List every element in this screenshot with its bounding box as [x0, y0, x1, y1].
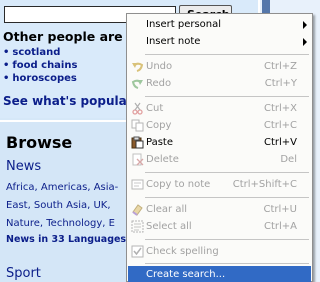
copy-icon — [131, 119, 144, 132]
bullet-icon: • — [3, 60, 10, 71]
clipboard-icon — [131, 136, 144, 149]
bullet-icon: • — [3, 73, 10, 84]
context-menu: Insert personal Insert note Undo Ctrl+Z … — [126, 13, 313, 282]
undo-icon — [132, 62, 144, 72]
popular-search-list: • scotland • food chains • horoscopes — [3, 46, 77, 85]
bullet-icon: • — [3, 47, 10, 58]
scissors-icon — [132, 102, 143, 115]
delete-icon — [132, 153, 144, 166]
menu-separator — [145, 263, 309, 264]
menu-item-check-spelling[interactable]: Check spelling — [128, 243, 311, 261]
menu-item-copy[interactable]: Copy Ctrl+C — [128, 117, 311, 135]
menu-item-create-search[interactable]: Create search... — [128, 266, 311, 282]
menu-separator — [145, 197, 309, 198]
menu-item-cut[interactable]: Cut Ctrl+X — [128, 100, 311, 118]
others-searching-heading: Other people are s — [3, 29, 135, 44]
menu-item-insert-personal[interactable]: Insert personal — [128, 16, 311, 34]
menu-item-select-all[interactable]: Select all Ctrl+A — [128, 218, 311, 236]
menu-separator — [145, 54, 309, 55]
news-link[interactable]: News — [6, 159, 41, 174]
menu-item-paste[interactable]: Paste Ctrl+V — [128, 134, 311, 152]
search-link-horoscopes[interactable]: • horoscopes — [3, 72, 77, 85]
sport-link[interactable]: Sport — [6, 266, 41, 281]
menu-item-delete[interactable]: Delete Del — [128, 151, 311, 169]
menu-separator — [145, 96, 309, 97]
menu-separator — [145, 172, 309, 173]
browse-heading: Browse — [6, 133, 73, 152]
search-link-food-chains[interactable]: • food chains — [3, 59, 77, 72]
eraser-icon — [132, 204, 143, 216]
submenu-arrow-icon — [303, 38, 307, 46]
menu-item-redo[interactable]: Redo Ctrl+Y — [128, 75, 311, 93]
select-all-icon — [131, 220, 144, 233]
menu-separator — [145, 239, 309, 240]
note-icon — [131, 179, 144, 190]
menu-item-clear-all[interactable]: Clear all Ctrl+U — [128, 201, 311, 219]
search-link-scotland[interactable]: • scotland — [3, 46, 77, 59]
menu-item-insert-note[interactable]: Insert note — [128, 33, 311, 51]
menu-item-copy-to-note[interactable]: Copy to note Ctrl+Shift+C — [128, 176, 311, 194]
redo-icon — [131, 79, 143, 89]
checkbox-icon — [131, 245, 144, 258]
news-languages-link[interactable]: News in 33 Languages. — [6, 234, 130, 245]
submenu-arrow-icon — [303, 21, 307, 29]
see-whats-popular-link[interactable]: See what's popular — [3, 94, 133, 108]
menu-item-undo[interactable]: Undo Ctrl+Z — [128, 58, 311, 76]
